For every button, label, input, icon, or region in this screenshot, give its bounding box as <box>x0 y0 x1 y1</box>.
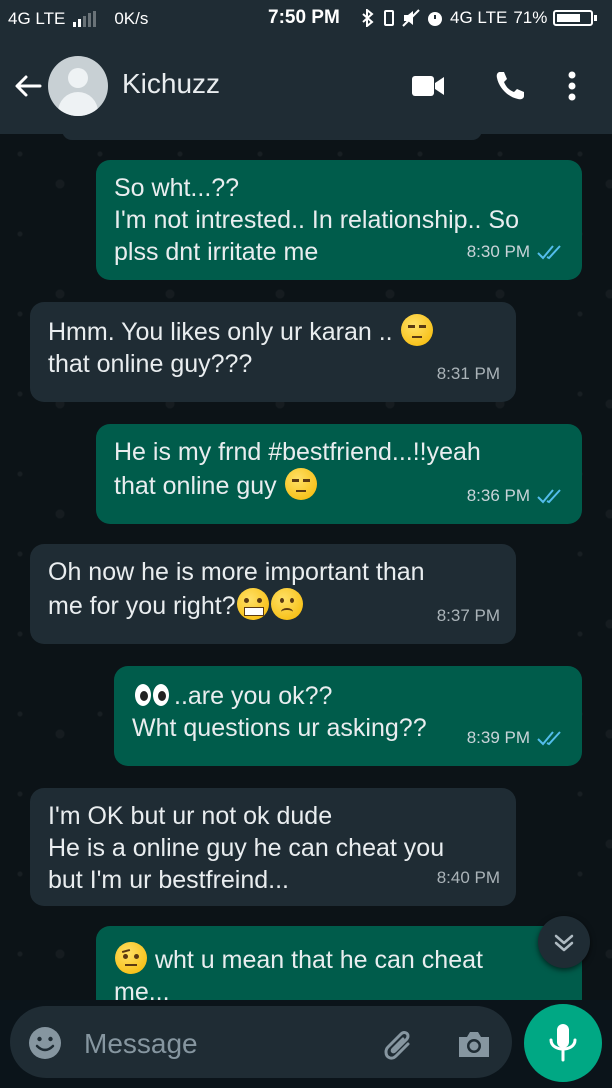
bluetooth-icon <box>362 9 374 27</box>
message-input[interactable]: Message <box>10 1006 512 1078</box>
vibrate-icon <box>384 10 394 26</box>
message-text-line: wht u mean that he can cheat <box>114 942 564 976</box>
mic-icon <box>549 1024 577 1062</box>
message-text-line-2: me for you right? <box>48 588 498 622</box>
message-outgoing[interactable]: He is my frnd #bestfriend...!!yeah that … <box>96 424 582 524</box>
message-text-line-2: that online guy??? <box>48 350 253 378</box>
read-ticks-icon <box>537 245 561 260</box>
frowning-face-emoji <box>270 588 303 620</box>
camera-icon[interactable] <box>454 1024 494 1064</box>
message-outgoing[interactable]: So wht...?? I'm not intrested.. In relat… <box>96 160 582 280</box>
message-incoming[interactable]: I'm OK but ur not ok dude He is a online… <box>30 788 516 906</box>
composer: Message <box>0 1000 612 1088</box>
eyes-emoji <box>133 678 173 710</box>
attach-icon[interactable] <box>378 1024 418 1064</box>
message-text-line: Hmm. You likes only ur karan .. <box>48 314 498 348</box>
message-text-line: ..are you ok?? <box>132 678 564 712</box>
status-bar: 4G LTE 0K/s 7:50 PM 4G LTE 71% <box>0 0 612 38</box>
contact-name[interactable]: Kichuzz <box>122 68 220 100</box>
video-call-icon[interactable] <box>408 66 448 106</box>
raised-eyebrow-face-emoji <box>115 942 147 974</box>
message-text-line-2: me... <box>114 978 170 1000</box>
message-text-line: He is my frnd #bestfriend...!!yeah <box>114 438 481 466</box>
message-placeholder: Message <box>84 1028 198 1059</box>
message-time: 8:37 PM <box>436 606 500 625</box>
mic-button[interactable] <box>524 1004 602 1082</box>
more-vert-icon[interactable] <box>552 66 592 106</box>
clock: 7:50 PM <box>268 7 340 28</box>
grimacing-face-emoji <box>236 588 269 620</box>
emoji-icon[interactable] <box>28 1026 62 1060</box>
message-incoming[interactable]: Oh now he is more important than me for … <box>30 544 516 644</box>
status-left: 4G LTE 0K/s <box>8 9 148 29</box>
message-meta: 8:31 PM <box>437 358 500 390</box>
phone-icon[interactable] <box>490 66 530 106</box>
battery-icon <box>553 10 598 26</box>
battery-percent: 71% <box>513 8 548 27</box>
network-label-right: 4G LTE <box>450 8 508 27</box>
previous-message-edge <box>62 134 482 140</box>
message-meta: 8:30 PM <box>467 236 566 268</box>
message-text-line: Oh now he is more important than <box>48 558 425 586</box>
message-meta: 8:36 PM <box>467 480 566 512</box>
unamused-face-emoji <box>400 314 433 346</box>
status-right: 4G LTE 71% <box>360 8 598 28</box>
signal-icon <box>73 11 97 27</box>
message-text: I'm OK but ur not ok dude He is a online… <box>48 802 445 894</box>
message-outgoing[interactable]: ..are you ok?? Wht questions ur asking??… <box>114 666 582 766</box>
message-time: 8:30 PM <box>466 242 530 261</box>
message-meta: 8:39 PM <box>467 722 566 754</box>
unamused-face-emoji <box>284 468 317 500</box>
message-time: 8:36 PM <box>466 486 530 505</box>
back-arrow-icon[interactable] <box>12 70 44 102</box>
message-meta: 8:40 PM <box>437 862 500 894</box>
message-time: 8:40 PM <box>436 868 500 887</box>
message-incoming[interactable]: Hmm. You likes only ur karan .. that onl… <box>30 302 516 402</box>
message-time: 8:39 PM <box>466 728 530 747</box>
network-label: 4G LTE <box>8 9 66 28</box>
message-time: 8:31 PM <box>436 364 500 383</box>
message-outgoing[interactable]: wht u mean that he can cheat me... <box>96 926 582 1000</box>
alarm-icon <box>428 12 442 26</box>
scroll-to-bottom-button[interactable] <box>538 916 590 968</box>
chat-area[interactable]: So wht...?? I'm not intrested.. In relat… <box>0 134 612 1000</box>
mute-icon <box>402 9 420 27</box>
chat-header: Kichuzz <box>0 38 612 134</box>
avatar[interactable] <box>48 56 108 116</box>
data-speed: 0K/s <box>114 9 149 28</box>
double-chevron-down-icon <box>554 934 574 952</box>
read-ticks-icon <box>537 489 561 504</box>
read-ticks-icon <box>537 731 561 746</box>
message-meta: 8:37 PM <box>437 600 500 632</box>
